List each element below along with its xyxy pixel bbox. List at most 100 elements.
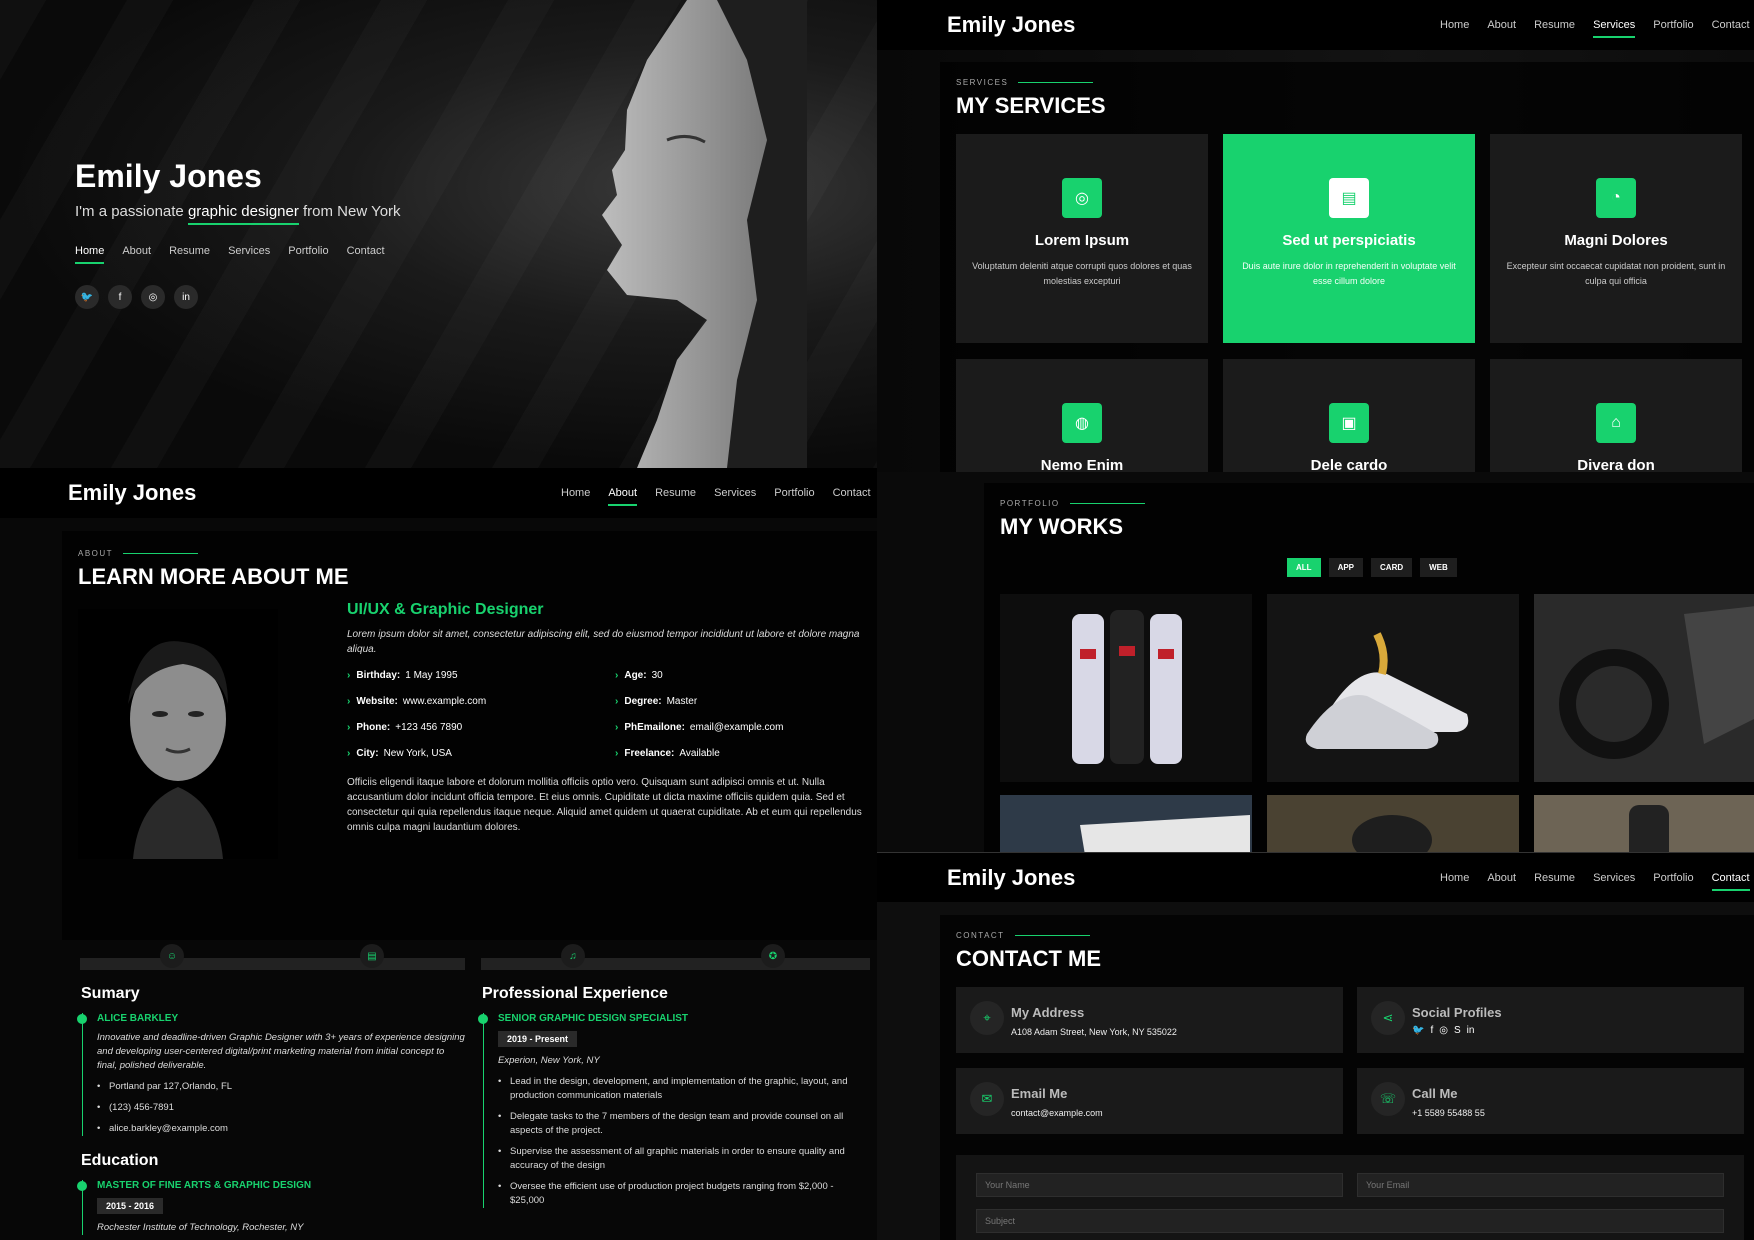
nav-portfolio[interactable]: Portfolio — [774, 487, 814, 506]
hero-social-links: 🐦 f ◎ in — [75, 285, 198, 309]
resume-left-column: Sumary ALICE BARKLEY Innovative and dead… — [77, 970, 466, 1235]
service-card-highlighted[interactable]: ▤ Sed ut perspiciatis Duis aute irure do… — [1223, 134, 1475, 343]
headset-icon: ♫ — [561, 944, 585, 968]
portfolio-filters: ALL APP CARD WEB — [1287, 558, 1457, 577]
tagline-prefix: I'm a passionate — [75, 203, 184, 220]
address-box: ⌖ My Address A108 Adam Street, New York,… — [956, 987, 1343, 1053]
hero-portrait-image — [602, 0, 807, 468]
main-nav: Home About Resume Services Portfolio Con… — [1440, 19, 1750, 38]
instagram-icon[interactable]: ◎ — [141, 285, 165, 309]
nav-about[interactable]: About — [1487, 872, 1516, 891]
hero-nav-home[interactable]: Home — [75, 245, 105, 264]
site-logo[interactable]: Emily Jones — [947, 865, 1075, 891]
service-name: Divera don — [1577, 457, 1655, 472]
fact-city: City:New York, USA — [347, 748, 615, 759]
nav-contact[interactable]: Contact — [1712, 19, 1750, 38]
resume-right-column: Professional Experience SENIOR GRAPHIC D… — [478, 970, 867, 1208]
filter-all[interactable]: ALL — [1287, 558, 1321, 577]
experience-place: Experion, New York, NY — [498, 1055, 600, 1066]
email-input[interactable]: Your Email — [1357, 1173, 1724, 1197]
about-role: UI/UX & Graphic Designer — [347, 601, 544, 618]
portfolio-item-helmet[interactable] — [1267, 795, 1519, 852]
award-icon: ✪ — [761, 944, 785, 968]
hero-section: Emily Jones I'm a passionate graphic des… — [0, 0, 877, 468]
nav-services[interactable]: Services — [1593, 872, 1635, 891]
subject-input[interactable]: Subject — [976, 1209, 1724, 1233]
facebook-icon[interactable]: f — [108, 285, 132, 309]
main-nav: Home About Resume Services Portfolio Con… — [561, 487, 871, 506]
instagram-icon[interactable]: ◎ — [1439, 1025, 1448, 1036]
services-container: SERVICES MY SERVICES ◎ Lorem Ipsum Volup… — [940, 62, 1754, 472]
nav-contact[interactable]: Contact — [1711, 872, 1750, 891]
nav-services[interactable]: Services — [714, 487, 756, 506]
phone-value[interactable]: +1 5589 55488 55 — [1412, 1108, 1485, 1118]
service-card[interactable]: ▣ Dele cardo — [1223, 359, 1475, 472]
list-item: Portland par 127,Orlando, FL — [97, 1080, 466, 1094]
list-item: Supervise the assessment of all graphic … — [498, 1145, 867, 1173]
main-nav: Home About Resume Services Portfolio Con… — [1440, 872, 1750, 891]
linkedin-icon[interactable]: in — [174, 285, 198, 309]
nav-resume[interactable]: Resume — [1534, 872, 1575, 891]
call-box: ☏ Call Me +1 5589 55488 55 — [1357, 1068, 1744, 1134]
service-card[interactable]: ◎ Lorem Ipsum Voluptatum deleniti atque … — [956, 134, 1208, 343]
nav-about[interactable]: About — [608, 487, 638, 506]
hero-nav-resume[interactable]: Resume — [169, 245, 210, 264]
facebook-icon[interactable]: f — [1430, 1025, 1433, 1036]
service-name: Dele cardo — [1310, 457, 1388, 472]
contact-header: Emily Jones Home About Resume Services P… — [877, 852, 1754, 902]
phone-icon: ☏ — [1371, 1082, 1405, 1116]
section-title: LEARN MORE ABOUT ME — [78, 564, 349, 589]
portfolio-item-flask[interactable] — [1534, 795, 1754, 852]
portfolio-item-paper[interactable] — [1000, 795, 1252, 852]
twitter-icon[interactable]: 🐦 — [75, 285, 99, 309]
presentation-icon: ▣ — [1329, 403, 1369, 443]
email-box: ✉ Email Me contact@example.com — [956, 1068, 1343, 1134]
name-input[interactable]: Your Name — [976, 1173, 1343, 1197]
fact-age: Age:30 — [615, 670, 865, 681]
nav-home[interactable]: Home — [1440, 872, 1469, 891]
share-icon: ⋖ — [1371, 1001, 1405, 1035]
twitter-icon[interactable]: 🐦 — [1412, 1025, 1424, 1036]
portfolio-item-sneakers[interactable] — [1267, 594, 1519, 782]
service-name: Sed ut perspiciatis — [1282, 232, 1416, 249]
nav-contact[interactable]: Contact — [833, 487, 871, 506]
about-section: Emily Jones Home About Resume Services P… — [0, 468, 877, 940]
service-card[interactable]: ⌂ Divera don — [1490, 359, 1742, 472]
email-value[interactable]: contact@example.com — [1011, 1108, 1103, 1118]
service-card[interactable]: ◔ Magni Dolores Excepteur sint occaecat … — [1490, 134, 1742, 343]
filter-app[interactable]: APP — [1328, 558, 1364, 577]
nav-resume[interactable]: Resume — [655, 487, 696, 506]
site-logo[interactable]: Emily Jones — [947, 12, 1075, 38]
hero-nav-about[interactable]: About — [122, 245, 151, 264]
skype-icon[interactable]: S — [1454, 1025, 1461, 1036]
stat-bar — [80, 958, 465, 970]
linkedin-icon[interactable]: in — [1467, 1025, 1475, 1036]
portfolio-item-car-interior[interactable] — [1534, 594, 1754, 782]
filter-web[interactable]: WEB — [1420, 558, 1457, 577]
building-icon: ⌂ — [1596, 403, 1636, 443]
filter-card[interactable]: CARD — [1371, 558, 1413, 577]
section-title: CONTACT ME — [956, 946, 1102, 971]
service-name: Lorem Ipsum — [1034, 232, 1130, 249]
nav-home[interactable]: Home — [1440, 19, 1469, 38]
services-header: Emily Jones Home About Resume Services P… — [877, 0, 1754, 50]
call-title: Call Me — [1412, 1086, 1458, 1101]
smiley-icon: ☺ — [160, 944, 184, 968]
nav-services[interactable]: Services — [1593, 19, 1636, 38]
resume-stats-strip: ☺ ▤ ♫ ✪ — [80, 940, 870, 970]
hero-nav-portfolio[interactable]: Portfolio — [288, 245, 328, 264]
nav-about[interactable]: About — [1487, 19, 1516, 38]
hero-nav-services[interactable]: Services — [228, 245, 270, 264]
site-logo[interactable]: Emily Jones — [68, 480, 196, 506]
nav-resume[interactable]: Resume — [1534, 19, 1575, 38]
hero-nav-contact[interactable]: Contact — [347, 245, 385, 264]
list-item: alice.barkley@example.com — [97, 1122, 466, 1136]
nav-portfolio[interactable]: Portfolio — [1653, 872, 1693, 891]
nav-portfolio[interactable]: Portfolio — [1653, 19, 1693, 38]
section-title: MY WORKS — [1000, 514, 1124, 539]
nav-home[interactable]: Home — [561, 487, 590, 506]
experience-duties: Lead in the design, development, and imp… — [498, 1075, 867, 1208]
portfolio-item-bottles[interactable] — [1000, 594, 1252, 782]
service-card[interactable]: ◍ Nemo Enim — [956, 359, 1208, 472]
address-title: My Address — [1011, 1005, 1085, 1020]
